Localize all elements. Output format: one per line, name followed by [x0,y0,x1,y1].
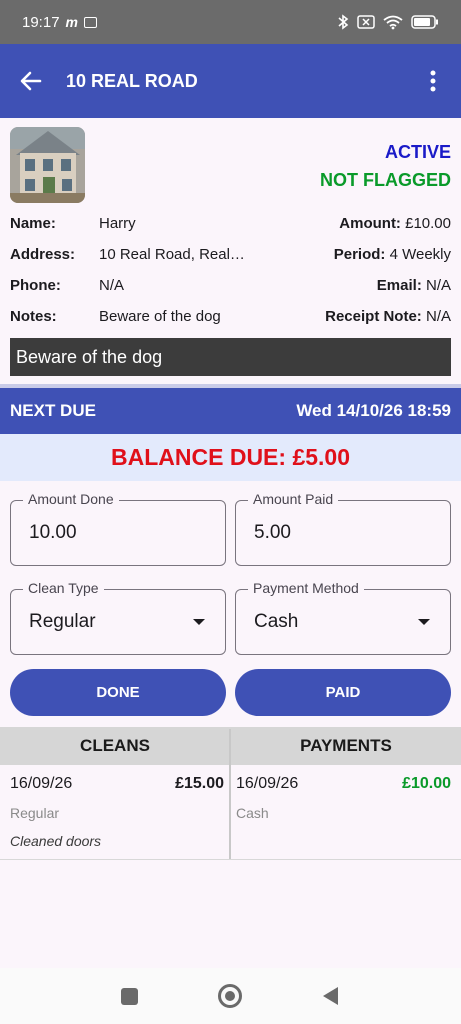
address-label: Address: [10,246,76,263]
back-nav-button[interactable] [322,986,340,1006]
info-row-notes: Notes: Beware of the dog Receipt Note: N… [10,308,451,330]
amount-label: Amount: [339,215,401,232]
payment-method-value: Cash [254,611,299,632]
dropdown-arrow-icon [418,619,430,625]
app-bar: 10 REAL ROAD [0,44,461,118]
address-value: 10 Real Road, Real… [99,246,245,263]
email-value: N/A [425,277,451,294]
period-value: 4 Weekly [389,246,451,263]
system-nav-bar [0,968,461,1024]
status-bar: 19:17 m [0,0,461,44]
phone-label: Phone: [10,277,61,294]
receipt-label: Receipt Note: [325,308,422,325]
wifi-icon [383,15,403,29]
clean-type-select[interactable]: Clean Type Regular [10,580,226,655]
balance-due: BALANCE DUE: £5.00 [0,434,461,481]
column-divider [229,729,231,859]
email-info: Email: N/A [377,277,451,294]
period-info: Period: 4 Weekly [334,246,451,263]
more-vert-icon [430,70,436,92]
info-row-address: Address: 10 Real Road, Real… Period: 4 W… [10,246,451,268]
name-label: Name: [10,215,56,232]
notes-banner: Beware of the dog [10,338,451,376]
battery-icon [411,15,438,29]
status-time: 19:17 [22,13,60,31]
arrow-back-icon [20,71,42,91]
receipt-info: Receipt Note: N/A [325,308,451,325]
clean-amount: £15.00 [175,775,224,792]
info-row-name: Name: Harry Amount: £10.00 [10,215,451,237]
property-photo[interactable] [10,127,85,203]
payment-date: 16/09/26 [236,775,299,792]
clean-type-value: Regular [29,611,96,632]
period-label: Period: [333,246,386,263]
clean-date: 16/09/26 [10,775,73,792]
amount-paid-value: 5.00 [254,522,291,543]
info-row-phone: Phone: N/A Email: N/A [10,277,451,299]
payment-amount: £10.00 [402,775,451,792]
amount-info: Amount: £10.00 [339,215,451,232]
payment-method: Cash [236,805,269,821]
notes-label: Notes: [10,308,57,325]
page-title: 10 REAL ROAD [66,70,198,91]
amount-done-value: 10.00 [29,522,77,543]
notes-value: Beware of the dog [99,308,221,325]
payment-method-label: Payment Method [248,580,364,596]
phone-value: N/A [99,277,125,294]
amount-paid-field[interactable]: Amount Paid 5.00 [235,491,451,566]
calendar-icon [84,16,97,28]
next-due-value: Wed 14/10/26 18:59 [296,401,451,420]
receipt-value: N/A [425,308,451,325]
done-button[interactable]: DONE [10,669,226,716]
amount-done-label: Amount Done [23,491,119,507]
next-due-label: NEXT DUE [10,401,96,420]
sim-off-icon [357,15,375,29]
payment-method-select[interactable]: Payment Method Cash [235,580,451,655]
amount-done-field[interactable]: Amount Done 10.00 [10,491,226,566]
recents-button[interactable] [121,987,138,1005]
paid-button[interactable]: PAID [235,669,451,716]
bluetooth-icon [338,14,349,30]
clean-note: Cleaned doors [10,833,102,849]
amount-paid-label: Amount Paid [248,491,339,507]
row-divider [0,859,461,860]
payments-header: PAYMENTS [300,736,392,755]
home-dot-icon [225,991,235,1001]
clean-type: Regular [10,805,60,821]
overflow-menu-button[interactable] [405,44,461,118]
name-value: Harry [99,215,136,232]
clean-type-label: Clean Type [23,580,104,596]
back-button[interactable] [0,44,62,118]
messenger-icon: m [65,14,78,30]
status-flagged: NOT FLAGGED [320,170,451,190]
status-active: ACTIVE [384,142,451,162]
cleans-header: CLEANS [80,736,150,755]
email-label: Email: [376,277,422,294]
amount-value: £10.00 [405,215,451,232]
dropdown-arrow-icon [193,619,205,625]
home-button[interactable] [218,984,242,1008]
next-due-bar: NEXT DUE Wed 14/10/26 18:59 [0,388,461,434]
